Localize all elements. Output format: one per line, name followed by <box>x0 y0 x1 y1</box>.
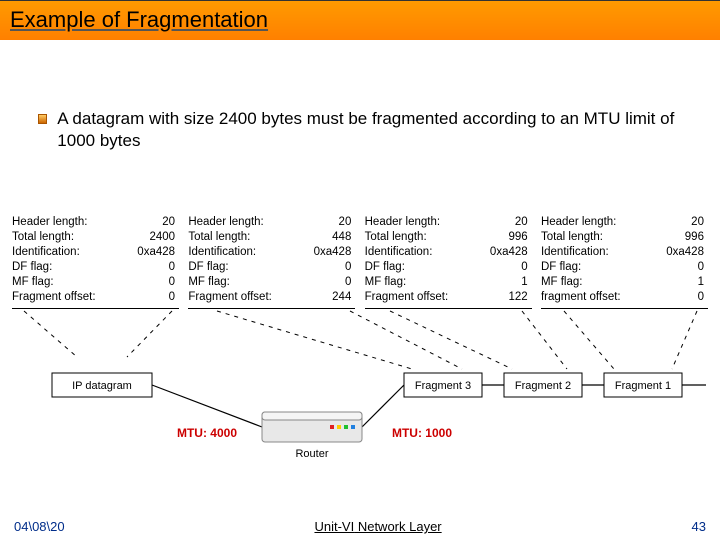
dashed-lead <box>24 311 77 357</box>
header-columns: Header length:20 Total length:2400 Ident… <box>12 215 708 309</box>
col-frag3: Header length:20 Total length:448 Identi… <box>188 215 355 309</box>
footer-page: 43 <box>692 519 706 534</box>
footer-date: 04\08\20 <box>14 519 65 534</box>
dashed-lead <box>350 311 462 369</box>
bullet-text: A datagram with size 2400 bytes must be … <box>57 108 700 152</box>
dashed-lead <box>127 311 172 357</box>
dashed-lead <box>522 311 567 369</box>
title-bar: Example of Fragmentation <box>0 0 720 40</box>
topology-svg: IP datagram Fragment 3 Fragment 2 Fragme… <box>12 309 708 479</box>
col-frag1: Header length:20 Total length:996 Identi… <box>541 215 708 309</box>
footer-title: Unit-VI Network Layer <box>314 519 441 534</box>
dashed-lead <box>390 311 512 369</box>
ip-datagram-label: IP datagram <box>72 380 132 392</box>
footer: 04\08\20 Unit-VI Network Layer 43 <box>0 519 720 534</box>
router-icon <box>262 412 362 442</box>
bullet-icon <box>38 114 47 124</box>
bullet-item: A datagram with size 2400 bytes must be … <box>38 108 700 152</box>
mtu-left-label: MTU: 4000 <box>177 426 237 440</box>
col-frag2: Header length:20 Total length:996 Identi… <box>365 215 532 309</box>
dashed-lead <box>672 311 697 369</box>
dashed-lead <box>564 311 614 369</box>
col-original: Header length:20 Total length:2400 Ident… <box>12 215 179 309</box>
fragmentation-diagram: Header length:20 Total length:2400 Ident… <box>12 215 708 479</box>
frag1-label: Fragment 1 <box>615 380 671 392</box>
page-title: Example of Fragmentation <box>0 1 720 39</box>
frag2-label: Fragment 2 <box>515 380 571 392</box>
mtu-right-label: MTU: 1000 <box>392 426 452 440</box>
dashed-lead <box>217 311 412 369</box>
frag3-label: Fragment 3 <box>415 380 471 392</box>
wire-right <box>362 385 404 427</box>
router-label: Router <box>295 448 328 460</box>
wire-left <box>152 385 262 427</box>
